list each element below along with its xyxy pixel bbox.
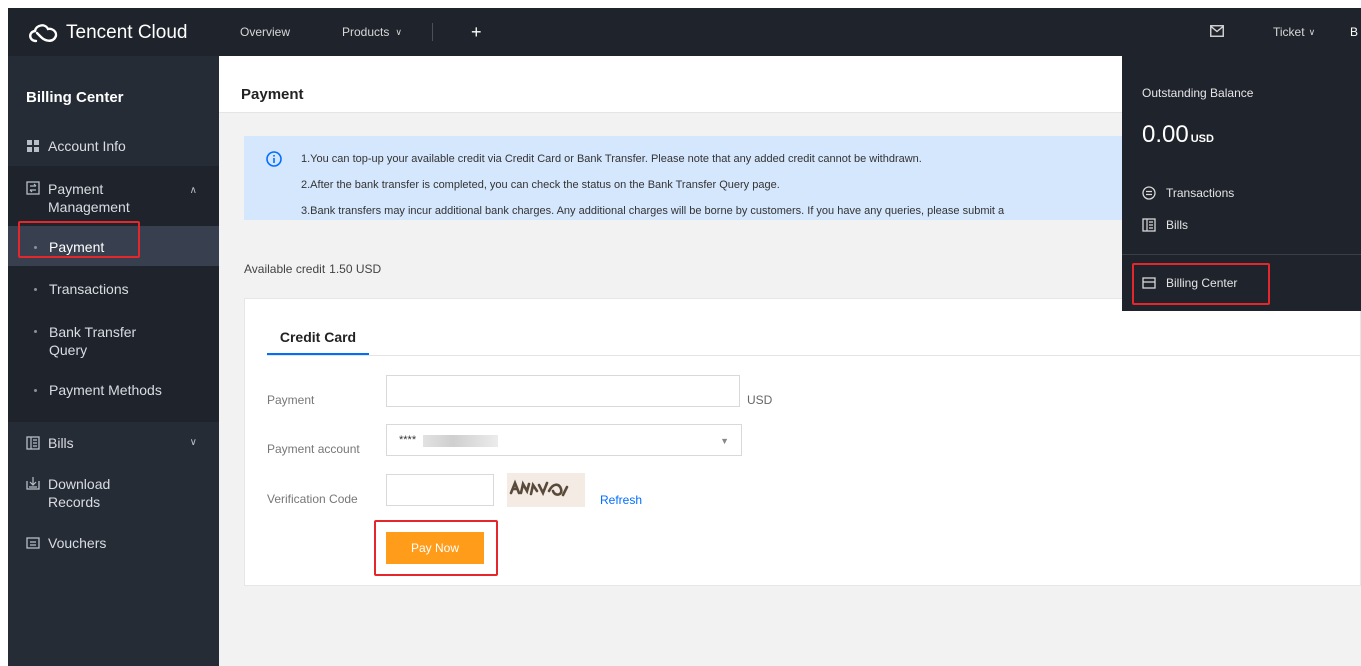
transactions-icon xyxy=(1142,186,1156,200)
tencent-cloud-logo-icon xyxy=(29,24,58,43)
nav-b-label: B xyxy=(1350,25,1359,39)
notice-line-1: 1.You can top-up your available credit v… xyxy=(301,153,922,165)
payment-amount-label: Payment xyxy=(267,393,315,407)
payment-account-select[interactable]: **** ▼ xyxy=(386,424,742,456)
outstanding-balance-label: Outstanding Balance xyxy=(1142,86,1254,100)
nav-billing-truncated[interactable]: B xyxy=(1350,8,1358,56)
notice-line-2: 2.After the bank transfer is completed, … xyxy=(301,179,780,191)
bills-icon xyxy=(1142,218,1156,232)
payment-highlight-box xyxy=(18,221,140,258)
outstanding-balance-amount: 0.00 USD xyxy=(1142,121,1214,149)
voucher-icon xyxy=(26,537,40,549)
balance-value: 0.00 xyxy=(1142,121,1189,148)
plus-icon: + xyxy=(471,21,482,42)
chevron-down-icon: ∨ xyxy=(1308,26,1316,37)
nav-products-label: Products xyxy=(342,25,390,39)
sidebar-item-label: Account Info xyxy=(48,138,126,154)
available-credit-label: Available credit xyxy=(244,262,326,276)
available-credit: Available credit 1.50 USD xyxy=(244,262,381,276)
sidebar-title: Billing Center xyxy=(26,89,124,106)
sidebar-item-download-records[interactable]: Download Records xyxy=(8,475,219,511)
balance-link-bills[interactable]: Bills xyxy=(1142,218,1188,232)
bullet-icon xyxy=(34,288,37,291)
tab-credit-card[interactable]: Credit Card xyxy=(267,329,369,355)
verification-code-input[interactable] xyxy=(386,474,494,506)
nav-divider xyxy=(432,23,433,41)
sidebar-item-account-info[interactable]: Account Info xyxy=(8,138,219,154)
nav-ticket-label: Ticket xyxy=(1273,25,1305,39)
label-line-1: Payment xyxy=(48,181,104,197)
download-icon xyxy=(26,477,40,490)
nav-overview-label: Overview xyxy=(240,25,291,39)
app-frame: Tencent Cloud Overview Products ∨ + Ticke… xyxy=(8,8,1361,666)
sidebar-item-vouchers[interactable]: Vouchers xyxy=(8,535,219,551)
tab-divider xyxy=(267,355,1361,356)
balance-unit: USD xyxy=(1190,133,1214,145)
payment-management-icon xyxy=(26,181,40,195)
notice-line-3: 3.Bank transfers may incur additional ba… xyxy=(301,205,1005,217)
info-icon xyxy=(266,151,282,167)
bills-icon xyxy=(26,436,40,450)
nav-ticket[interactable]: Ticket ∨ xyxy=(1273,8,1315,56)
sidebar-item-label: Bills xyxy=(48,435,74,451)
verification-code-label: Verification Code xyxy=(267,492,358,506)
sidebar-item-payment-management[interactable]: Payment Management ∧ xyxy=(8,180,219,216)
payment-form-card: Credit Card Payment USD Payment account … xyxy=(244,298,1361,586)
payment-account-value: **** xyxy=(399,434,417,446)
pay-now-highlight-box xyxy=(374,520,498,576)
balance-dropdown: Outstanding Balance 0.00 USD Transactions… xyxy=(1122,56,1361,311)
mail-icon[interactable] xyxy=(1210,25,1224,37)
billing-center-highlight-box xyxy=(1132,263,1270,305)
chevron-down-icon: ∨ xyxy=(189,437,197,448)
label-line-2: Records xyxy=(48,494,101,510)
bullet-icon xyxy=(34,330,37,333)
sidebar-item-label: Download Records xyxy=(48,475,110,511)
sidebar-item-label: Vouchers xyxy=(48,535,107,551)
sidebar-item-bills[interactable]: Bills ∨ xyxy=(8,435,219,451)
captcha-image[interactable] xyxy=(507,473,585,507)
label-line-1: Download xyxy=(48,476,111,492)
available-credit-value: 1.50 USD xyxy=(329,262,382,276)
redacted-account-number xyxy=(423,435,498,447)
sidebar-item-bank-transfer-query[interactable]: Bank Transfer Query xyxy=(8,323,219,359)
currency-unit: USD xyxy=(747,393,773,407)
sidebar-item-label: Payment Methods xyxy=(49,382,162,398)
info-notice: 1.You can top-up your available credit v… xyxy=(244,136,1134,220)
balance-link-label: Transactions xyxy=(1166,186,1235,200)
chevron-up-icon: ∧ xyxy=(189,185,197,196)
sidebar: Billing Center Account Info Payment Manag… xyxy=(8,56,219,666)
balance-divider xyxy=(1122,254,1361,255)
brand-logo[interactable]: Tencent Cloud xyxy=(26,20,187,46)
caret-down-icon: ▼ xyxy=(720,436,729,446)
payment-account-label: Payment account xyxy=(267,442,360,456)
sidebar-item-label: Transactions xyxy=(49,281,129,297)
sidebar-item-payment-methods[interactable]: Payment Methods xyxy=(8,382,219,398)
chevron-down-icon: ∨ xyxy=(395,26,402,37)
brand-name: Tencent Cloud xyxy=(66,22,188,43)
page-title: Payment xyxy=(241,86,304,103)
label-line-2: Management xyxy=(48,199,130,215)
sidebar-item-label: Payment Management xyxy=(48,180,130,216)
balance-link-label: Bills xyxy=(1166,218,1189,232)
nav-products[interactable]: Products ∨ xyxy=(342,8,402,56)
nav-overview[interactable]: Overview xyxy=(240,8,290,56)
sidebar-item-transactions[interactable]: Transactions xyxy=(8,281,219,297)
label-line-1: Bank Transfer xyxy=(49,324,137,340)
refresh-captcha-link[interactable]: Refresh xyxy=(600,493,642,507)
label-line-2: Query xyxy=(49,342,88,358)
bullet-icon xyxy=(34,389,37,392)
top-navbar: Tencent Cloud Overview Products ∨ + Ticke… xyxy=(8,8,1361,56)
balance-link-transactions[interactable]: Transactions xyxy=(1142,186,1234,200)
sidebar-item-label: Bank Transfer Query xyxy=(49,323,136,359)
payment-amount-input[interactable] xyxy=(386,375,740,407)
nav-add-shortcut[interactable]: + xyxy=(471,8,482,56)
grid-icon xyxy=(27,140,39,152)
